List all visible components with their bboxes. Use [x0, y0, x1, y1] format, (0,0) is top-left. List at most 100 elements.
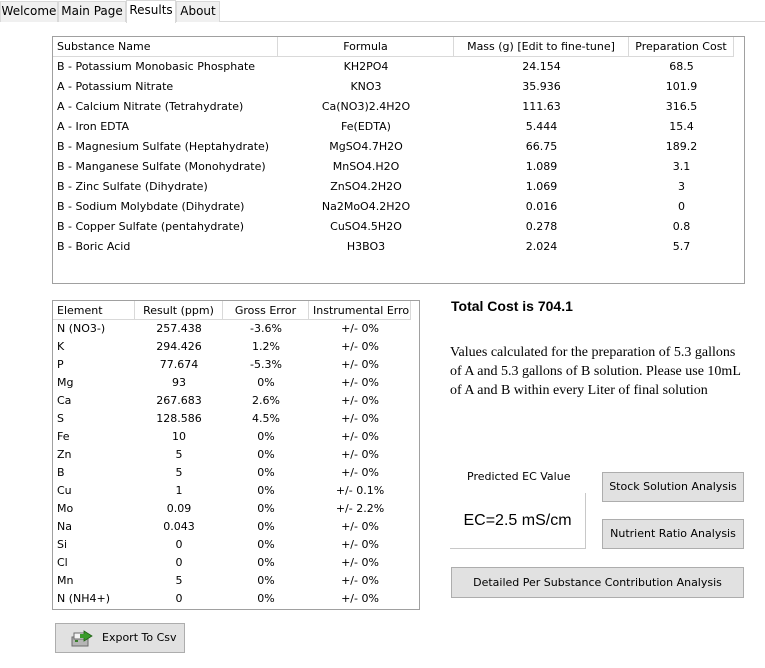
table-cell[interactable]: 0%: [223, 500, 309, 518]
table-cell[interactable]: 294.426: [135, 338, 223, 356]
table-cell[interactable]: Na2MoO4.2H2O: [278, 197, 454, 217]
table-cell[interactable]: 4.5%: [223, 410, 309, 428]
table-cell[interactable]: Mg: [53, 374, 135, 392]
table-cell[interactable]: 0%: [223, 374, 309, 392]
table-cell[interactable]: +/- 0%: [309, 410, 411, 428]
table-cell[interactable]: +/- 0%: [309, 428, 411, 446]
table-cell[interactable]: 1.089: [454, 157, 629, 177]
table-cell[interactable]: 0.09: [135, 500, 223, 518]
table-cell[interactable]: Mn: [53, 572, 135, 590]
table-cell[interactable]: 3.1: [629, 157, 734, 177]
table-cell[interactable]: 24.154: [454, 57, 629, 77]
table-cell[interactable]: 0.016: [454, 197, 629, 217]
table-cell[interactable]: +/- 0.1%: [309, 482, 411, 500]
table-cell[interactable]: 0%: [223, 554, 309, 572]
table-cell[interactable]: +/- 0%: [309, 338, 411, 356]
table-cell[interactable]: 5.444: [454, 117, 629, 137]
table-cell[interactable]: B - Boric Acid: [53, 237, 278, 257]
table-cell[interactable]: 1: [135, 482, 223, 500]
table-cell[interactable]: 257.438: [135, 320, 223, 338]
column-header[interactable]: Result (ppm): [135, 301, 223, 320]
table-cell[interactable]: -5.3%: [223, 356, 309, 374]
table-cell[interactable]: B - Sodium Molybdate (Dihydrate): [53, 197, 278, 217]
table-cell[interactable]: +/- 0%: [309, 392, 411, 410]
column-header[interactable]: Preparation Cost: [629, 37, 734, 57]
table-cell[interactable]: N (NH4+): [53, 590, 135, 608]
table-cell[interactable]: 5: [135, 572, 223, 590]
table-cell[interactable]: 66.75: [454, 137, 629, 157]
tab-main-page[interactable]: Main Page: [58, 1, 126, 22]
table-cell[interactable]: 5: [135, 446, 223, 464]
table-cell[interactable]: +/- 0%: [309, 464, 411, 482]
substance-table[interactable]: Substance Name Formula Mass (g) [Edit to f…: [52, 36, 745, 284]
table-cell[interactable]: Si: [53, 536, 135, 554]
table-cell[interactable]: 0%: [223, 446, 309, 464]
table-cell[interactable]: +/- 0%: [309, 518, 411, 536]
table-cell[interactable]: +/- 0%: [309, 320, 411, 338]
table-cell[interactable]: 1.2%: [223, 338, 309, 356]
table-cell[interactable]: B - Potassium Monobasic Phosphate: [53, 57, 278, 77]
table-cell[interactable]: 2.6%: [223, 392, 309, 410]
table-cell[interactable]: +/- 0%: [309, 446, 411, 464]
table-cell[interactable]: 316.5: [629, 97, 734, 117]
table-cell[interactable]: A - Iron EDTA: [53, 117, 278, 137]
table-cell[interactable]: 5.7: [629, 237, 734, 257]
table-cell[interactable]: 15.4: [629, 117, 734, 137]
table-cell[interactable]: 2.024: [454, 237, 629, 257]
column-header[interactable]: Mass (g) [Edit to fine-tune]: [454, 37, 629, 57]
table-cell[interactable]: CuSO4.5H2O: [278, 217, 454, 237]
table-cell[interactable]: N (NO3-): [53, 320, 135, 338]
table-cell[interactable]: 0: [135, 554, 223, 572]
table-cell[interactable]: MgSO4.7H2O: [278, 137, 454, 157]
table-cell[interactable]: B - Zinc Sulfate (Dihydrate): [53, 177, 278, 197]
export-csv-button[interactable]: Export To Csv: [55, 623, 185, 653]
table-cell[interactable]: 0.278: [454, 217, 629, 237]
table-cell[interactable]: 5: [135, 464, 223, 482]
table-cell[interactable]: H3BO3: [278, 237, 454, 257]
table-cell[interactable]: +/- 0%: [309, 536, 411, 554]
table-cell[interactable]: Fe: [53, 428, 135, 446]
table-cell[interactable]: 0.043: [135, 518, 223, 536]
table-cell[interactable]: 93: [135, 374, 223, 392]
table-cell[interactable]: Cl: [53, 554, 135, 572]
table-cell[interactable]: +/- 0%: [309, 356, 411, 374]
table-cell[interactable]: 0%: [223, 518, 309, 536]
table-cell[interactable]: 0%: [223, 536, 309, 554]
table-cell[interactable]: 267.683: [135, 392, 223, 410]
table-cell[interactable]: 3: [629, 177, 734, 197]
table-cell[interactable]: 128.586: [135, 410, 223, 428]
column-header[interactable]: Element: [53, 301, 135, 320]
table-cell[interactable]: 0%: [223, 590, 309, 608]
column-header[interactable]: Substance Name: [53, 37, 278, 57]
table-cell[interactable]: Ca(NO3)2.4H2O: [278, 97, 454, 117]
stock-solution-analysis-button[interactable]: Stock Solution Analysis: [602, 472, 744, 502]
column-header[interactable]: Instrumental Error: [309, 301, 411, 320]
table-cell[interactable]: B - Copper Sulfate (pentahydrate): [53, 217, 278, 237]
tab-about[interactable]: About: [176, 1, 220, 22]
table-cell[interactable]: 189.2: [629, 137, 734, 157]
table-cell[interactable]: A - Calcium Nitrate (Tetrahydrate): [53, 97, 278, 117]
table-cell[interactable]: Ca: [53, 392, 135, 410]
table-cell[interactable]: 68.5: [629, 57, 734, 77]
table-cell[interactable]: -3.6%: [223, 320, 309, 338]
table-cell[interactable]: B - Manganese Sulfate (Monohydrate): [53, 157, 278, 177]
table-cell[interactable]: Fe(EDTA): [278, 117, 454, 137]
table-cell[interactable]: MnSO4.H2O: [278, 157, 454, 177]
table-cell[interactable]: A - Potassium Nitrate: [53, 77, 278, 97]
table-cell[interactable]: 101.9: [629, 77, 734, 97]
table-cell[interactable]: 0.8: [629, 217, 734, 237]
table-cell[interactable]: +/- 0%: [309, 554, 411, 572]
element-results-table[interactable]: Element Result (ppm) Gross Error Instrument…: [52, 300, 420, 610]
table-cell[interactable]: 0%: [223, 482, 309, 500]
table-cell[interactable]: Cu: [53, 482, 135, 500]
table-cell[interactable]: B: [53, 464, 135, 482]
table-cell[interactable]: +/- 0%: [309, 374, 411, 392]
table-cell[interactable]: 0: [629, 197, 734, 217]
table-cell[interactable]: Mo: [53, 500, 135, 518]
table-cell[interactable]: 35.936: [454, 77, 629, 97]
table-cell[interactable]: +/- 0%: [309, 572, 411, 590]
table-cell[interactable]: 111.63: [454, 97, 629, 117]
table-cell[interactable]: 0: [135, 590, 223, 608]
table-cell[interactable]: ZnSO4.2H2O: [278, 177, 454, 197]
table-cell[interactable]: B - Magnesium Sulfate (Heptahydrate): [53, 137, 278, 157]
